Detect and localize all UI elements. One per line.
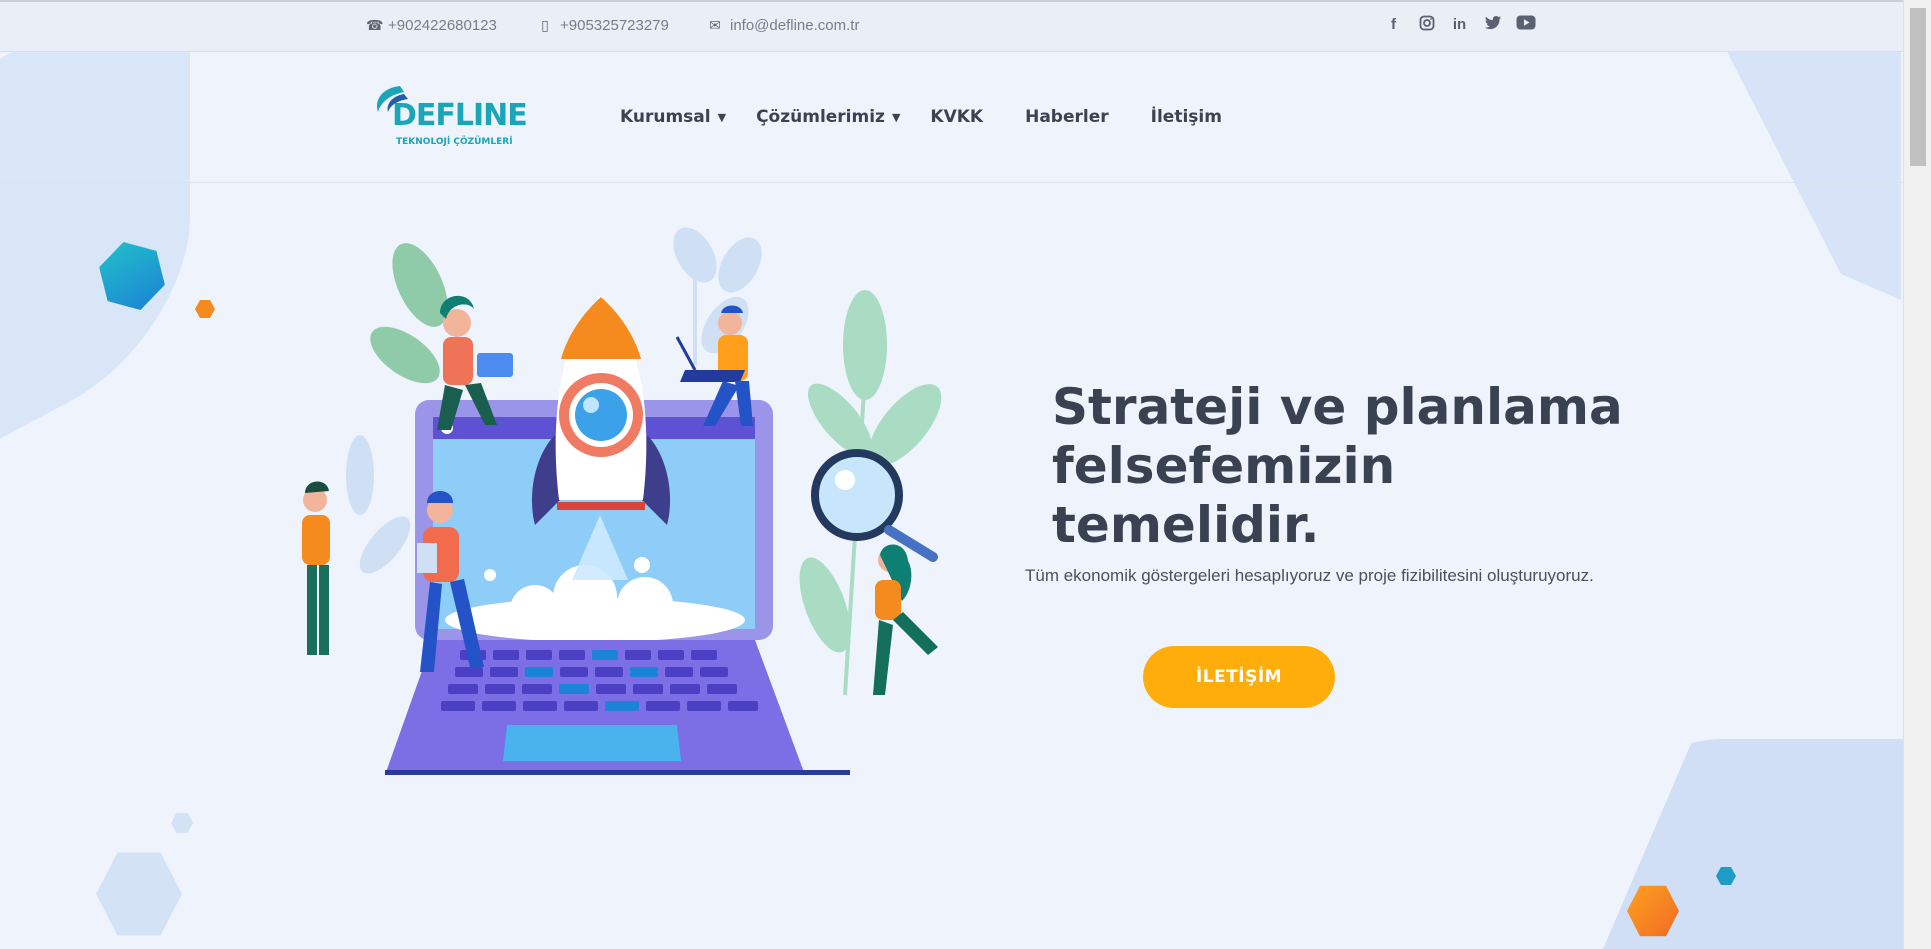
- hero-title: Strateji ve planlama felsefemizin temeli…: [1052, 378, 1652, 555]
- instagram-icon[interactable]: [1417, 15, 1436, 35]
- hero-subtitle: Tüm ekonomik göstergeleri hesaplıyoruz v…: [1025, 566, 1594, 585]
- phone2-text: +905325723279: [560, 17, 669, 34]
- twitter-icon[interactable]: [1483, 15, 1502, 35]
- nav-cozumlerimiz-label: Çözümlerimiz: [756, 107, 885, 127]
- hero-title-line2: felsefemizin temelidir.: [1052, 437, 1396, 554]
- envelope-icon: ✉: [709, 17, 721, 33]
- contact-phone2[interactable]: ▯ +905325723279: [538, 17, 669, 34]
- linkedin-icon[interactable]: in: [1450, 15, 1469, 35]
- decor-hexagon-orange-small: [195, 300, 215, 318]
- top-contact-bar: ☎ +902422680123 ▯ +905325723279 ✉ info@d…: [0, 0, 1903, 52]
- svg-text:TEKNOLOJİ ÇÖZÜMLERİ: TEKNOLOJİ ÇÖZÜMLERİ: [396, 136, 513, 147]
- nav-kurumsal-label: Kurumsal: [620, 107, 711, 127]
- page-scrollbar[interactable]: [1903, 0, 1931, 949]
- social-links: f in: [1384, 15, 1536, 35]
- nav-item-kvkk[interactable]: KVKK: [930, 107, 983, 127]
- contact-email[interactable]: ✉ info@defline.com.tr: [708, 17, 859, 34]
- mobile-phone-icon: ▯: [541, 17, 549, 33]
- contact-phone1[interactable]: ☎ +902422680123: [366, 17, 497, 34]
- hero-title-line1: Strateji ve planlama: [1052, 378, 1623, 436]
- scrollbar-thumb[interactable]: [1910, 8, 1926, 166]
- nav-haberler-label: Haberler: [1025, 107, 1109, 127]
- hero-illustration: [285, 225, 955, 776]
- nav-item-iletisim[interactable]: İletişim: [1151, 107, 1222, 127]
- phone1-text: +902422680123: [388, 17, 497, 34]
- chevron-down-icon: ▼: [891, 110, 901, 124]
- nav-item-cozumlerimiz[interactable]: Çözümlerimiz ▼: [756, 107, 900, 127]
- nav-iletisim-label: İletişim: [1150, 107, 1222, 127]
- youtube-icon[interactable]: [1516, 15, 1536, 35]
- decor-hexagon-light-small: [171, 813, 193, 833]
- site-header: DEFLINE TEKNOLOJİ ÇÖZÜMLERİ Kurumsal ▼ Ç…: [0, 52, 1903, 183]
- nav-item-kurumsal[interactable]: Kurumsal ▼: [620, 107, 726, 127]
- facebook-icon[interactable]: f: [1384, 15, 1403, 35]
- decor-hexagon-light-large: [96, 852, 182, 936]
- chevron-down-icon: ▼: [717, 110, 727, 124]
- nav-item-haberler[interactable]: Haberler: [1025, 107, 1109, 127]
- contact-cta-button[interactable]: İLETİŞİM: [1143, 646, 1335, 708]
- defline-logo[interactable]: DEFLINE TEKNOLOJİ ÇÖZÜMLERİ: [370, 82, 530, 152]
- email-text: info@defline.com.tr: [730, 17, 860, 34]
- nav-kvkk-label: KVKK: [930, 107, 984, 127]
- svg-text:DEFLINE: DEFLINE: [392, 98, 527, 133]
- phone-square-icon: ☎: [366, 17, 384, 33]
- main-navigation: Kurumsal ▼ Çözümlerimiz ▼ KVKK Haberler …: [620, 107, 1252, 127]
